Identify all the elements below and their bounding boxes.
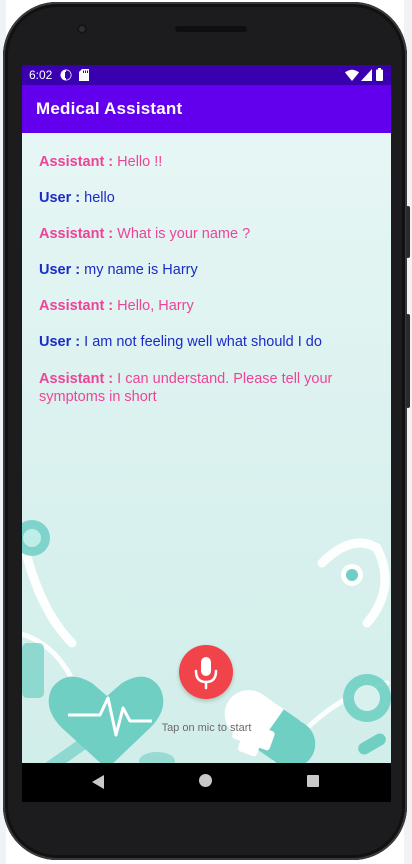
chat-message-assistant: Assistant : Hello, Harry [39, 297, 359, 315]
message-text: my name is Harry [84, 262, 198, 278]
message-text: Hello !! [117, 154, 163, 170]
battery-icon [376, 68, 383, 84]
power-button [406, 314, 410, 408]
back-icon[interactable] [92, 775, 104, 794]
front-camera [77, 24, 87, 34]
message-text: What is your name ? [117, 226, 251, 242]
message-text: Hello, Harry [117, 298, 194, 314]
signal-icon [361, 69, 372, 84]
chat-message-assistant: Assistant : I can understand. Please tel… [39, 370, 359, 406]
recent-apps-icon[interactable] [307, 775, 319, 787]
chat-message-assistant: Assistant : What is your name ? [39, 225, 359, 243]
speaker-label: User : [39, 262, 81, 278]
speaker-label: Assistant : [39, 298, 114, 314]
chat-message-user: User : my name is Harry [39, 261, 359, 279]
mic-hint-text: Tap on mic to start [161, 722, 252, 734]
sd-card-icon [79, 69, 89, 84]
message-text: hello [84, 190, 115, 206]
microphone-button[interactable] [179, 645, 233, 699]
chat-message-assistant: Assistant : Hello !! [39, 153, 359, 171]
data-saver-icon [60, 69, 72, 84]
system-navigation-bar [22, 763, 391, 802]
home-icon[interactable] [199, 774, 212, 787]
speaker-label: User : [39, 190, 81, 206]
chat-message-user: User : hello [39, 189, 359, 207]
app-title: Medical Assistant [36, 99, 183, 118]
speaker-label: Assistant : [39, 154, 114, 170]
app-bar: Medical Assistant [22, 85, 391, 133]
chat-content: Assistant : Hello !! User : hello Assist… [22, 133, 391, 763]
microphone-icon [194, 657, 218, 690]
earpiece-speaker [175, 26, 247, 32]
phone-frame: 6:02 Medical Assistant Assistant: Hello… [3, 2, 410, 860]
status-time: 6:02 [29, 68, 53, 82]
speaker-label: Assistant : [39, 226, 114, 242]
volume-button [406, 206, 410, 258]
device-screen: 6:02 Medical Assistant Assistant: Hello… [22, 65, 391, 802]
speaker-label: Assistant : [39, 371, 114, 387]
speaker-label: User : [39, 334, 81, 350]
status-bar: 6:02 [22, 65, 391, 85]
wifi-icon [345, 69, 359, 84]
chat-message-user: User : I am not feeling well what should… [39, 333, 359, 351]
message-text: I am not feeling well what should I do [84, 334, 322, 350]
